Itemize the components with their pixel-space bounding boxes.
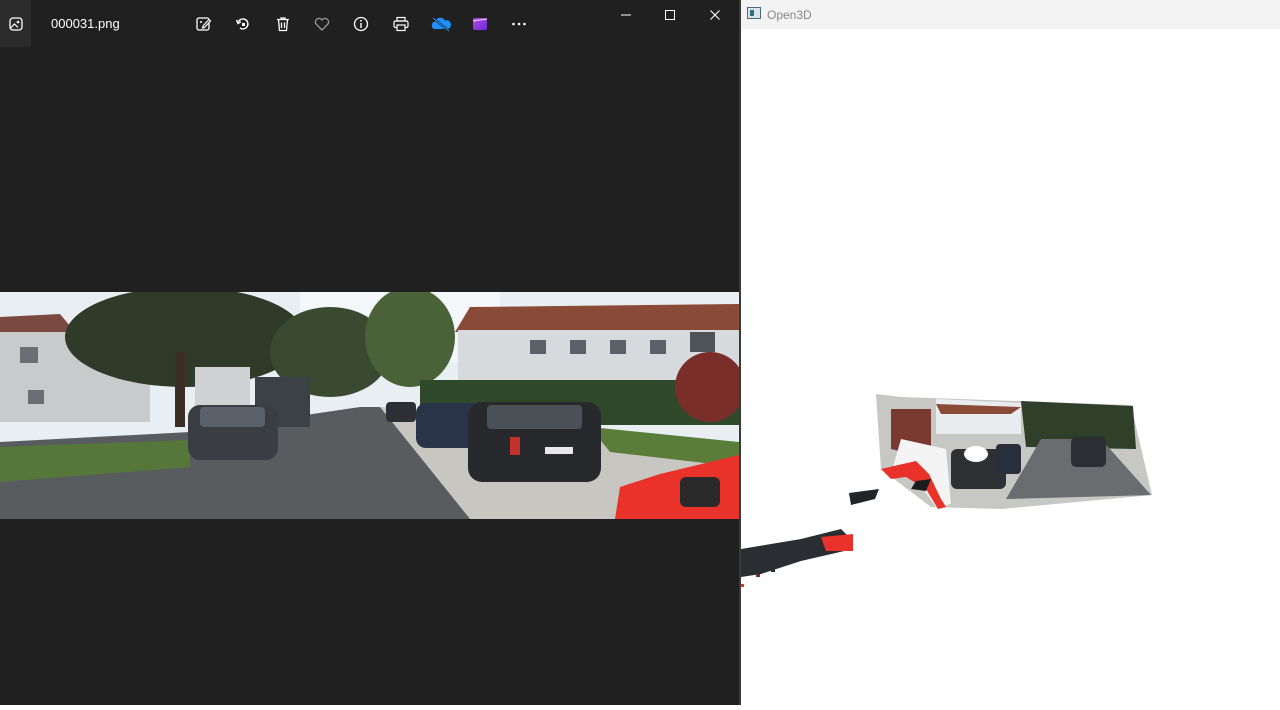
- photos-app-icon[interactable]: [0, 0, 31, 47]
- point-cloud-viewport[interactable]: [741, 29, 1280, 705]
- open3d-title: Open3D: [767, 8, 812, 22]
- displayed-photo: [0, 292, 739, 519]
- point-cloud-render: [741, 394, 1152, 587]
- minimize-button[interactable]: [614, 3, 638, 27]
- rotate-icon[interactable]: [231, 12, 255, 36]
- photos-app-window: 000031.png: [0, 0, 739, 705]
- clipchamp-icon[interactable]: [468, 12, 492, 36]
- open3d-window-icon: [747, 7, 761, 19]
- favorite-heart-icon[interactable]: [310, 12, 334, 36]
- maximize-button[interactable]: [658, 3, 682, 27]
- street-scene-image: [0, 292, 739, 519]
- delete-icon[interactable]: [271, 12, 295, 36]
- print-icon[interactable]: [389, 12, 413, 36]
- onedrive-cloud-icon[interactable]: [429, 12, 453, 36]
- open3d-window: Open3D: [741, 0, 1280, 705]
- close-button[interactable]: [703, 3, 727, 27]
- photos-title-bar: 000031.png: [0, 0, 739, 47]
- file-name-title: 000031.png: [51, 16, 120, 31]
- file-info-icon[interactable]: [349, 12, 373, 36]
- more-options-icon[interactable]: [507, 12, 531, 36]
- edit-image-icon[interactable]: [192, 12, 216, 36]
- open3d-title-bar: Open3D: [741, 0, 1280, 29]
